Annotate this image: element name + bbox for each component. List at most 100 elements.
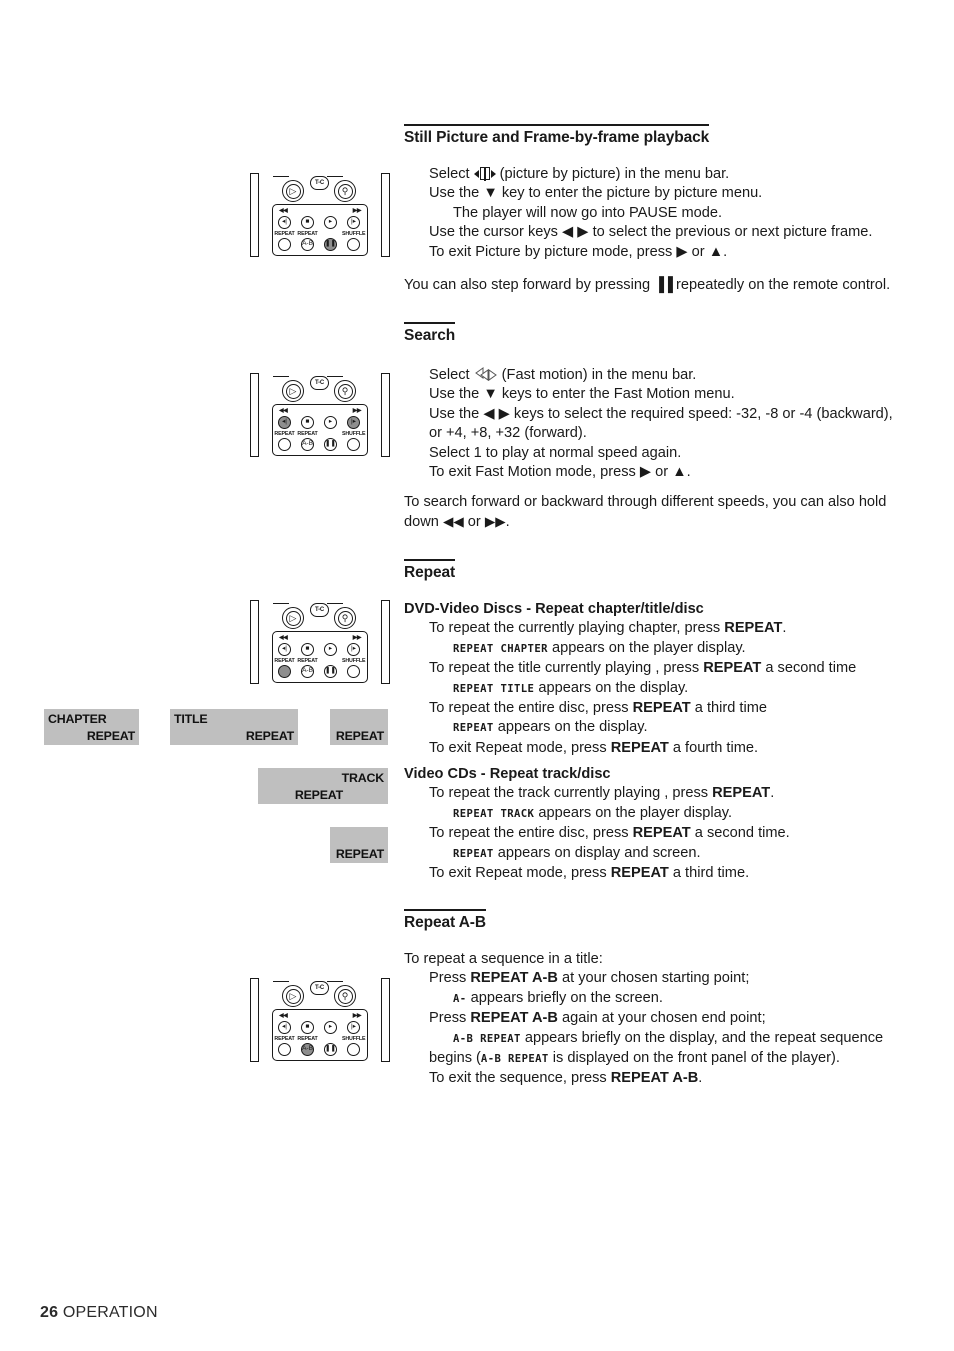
remote-left-rail [250, 173, 259, 257]
stop-button[interactable]: ■ [301, 216, 314, 229]
pause-icon: ▐▐ [654, 276, 673, 292]
title-repeat-display: TITLE REPEAT [170, 709, 298, 745]
repeat-vcd-line-3-post: a second time. [690, 825, 790, 842]
shuffle-button[interactable] [347, 438, 360, 451]
next-button[interactable]: |▸ [347, 1021, 360, 1034]
repeat-ab-line-4-post: again at your chosen end point; [557, 1010, 766, 1027]
page-section-label: OPERATION [62, 1304, 158, 1321]
play-button[interactable]: ▸ [324, 416, 337, 429]
repeat-vcd-subhead: Video CDs - Repeat track/disc [404, 766, 611, 782]
repeat-dvd-line-3: To repeat the title currently playing , … [404, 659, 904, 678]
repeat-key: REPEAT [724, 620, 783, 637]
remote-right-rail [381, 373, 390, 457]
disc-menu-icon[interactable]: ▷ [282, 180, 304, 202]
repeat-ab-line-6-pre: begins ( [429, 1050, 481, 1067]
remote-top-line-right [327, 376, 343, 377]
repeat-button[interactable] [278, 238, 291, 251]
stop-button[interactable]: ■ [301, 416, 314, 429]
repeat-ab-button[interactable]: A-B [301, 1043, 314, 1056]
remote-button-panel: ◀◀ ▶▶ ◂| ■ ▸ |▸ REPEAT REPEAT SHUFFLE A-… [272, 404, 368, 456]
repeat-ab-button[interactable]: A-B [301, 665, 314, 678]
repeat-ab-line-2-pre: Press [429, 970, 471, 987]
zoom-search-icon[interactable]: ⚲ [334, 985, 356, 1007]
page-footer: 26 OPERATION [40, 1304, 158, 1322]
repeat-button[interactable] [278, 1043, 291, 1056]
cue-forward-label: ▶▶ [352, 1013, 362, 1019]
repeat-vcd-line-2: REPEAT TRACK appears on the player displ… [404, 804, 904, 824]
repeat-dvd-line-6: REPEAT appears on the display. [404, 718, 904, 738]
repeat-display-bottom: REPEAT [335, 729, 384, 743]
still-picture-line-1-pre: Select [429, 166, 474, 182]
shuffle-button[interactable] [347, 238, 360, 251]
remote-top-line-left [273, 981, 289, 982]
shuffle-button[interactable] [347, 1043, 360, 1056]
remote-top-line-left [273, 603, 289, 604]
repeat-vcd-line-1-post: . [770, 785, 775, 802]
next-button[interactable]: |▸ [347, 643, 360, 656]
title-chapter-button[interactable]: T-C [310, 176, 329, 190]
track-repeat-display-top: TRACK [341, 771, 385, 785]
remote-control-still-picture: ▷ T-C ⚲ ◀◀ ▶▶ ◂| ■ ▸ |▸ REPEAT REPEAT SH… [246, 168, 394, 263]
repeat-button[interactable] [278, 665, 291, 678]
repeat-ab-line-5-post: appears briefly on the display, and the … [520, 1029, 884, 1046]
repeat-ab-line-1: To repeat a sequence in a title: [404, 951, 603, 967]
pause-button[interactable]: ❚❚ [324, 438, 337, 451]
stop-button[interactable]: ■ [301, 643, 314, 656]
cue-back-label: ◀◀ [279, 635, 288, 641]
repeat-button[interactable] [278, 438, 291, 451]
title-chapter-button[interactable]: T-C [310, 981, 329, 995]
play-button[interactable]: ▸ [324, 1021, 337, 1034]
still-picture-line-2: Use the ▼ key to enter the picture by pi… [429, 185, 763, 202]
remote-right-rail [381, 173, 390, 257]
display-text-repeat-title: REPEAT TITLE [453, 682, 535, 695]
repeat-ab-line-4-pre: Press [429, 1010, 471, 1027]
next-button[interactable]: |▸ [347, 216, 360, 229]
repeat-ab-button[interactable]: A-B [301, 438, 314, 451]
stop-button[interactable]: ■ [301, 1021, 314, 1034]
repeat-key: REPEAT [712, 785, 771, 802]
previous-button[interactable]: ◂| [278, 643, 291, 656]
shuffle-button[interactable] [347, 665, 360, 678]
section-heading-repeat: Repeat [404, 559, 455, 582]
repeat-dvd-line-3-post: a second time [761, 660, 857, 677]
repeat-dvd-line-1: To repeat the currently playing chapter,… [404, 619, 904, 638]
cue-back-label: ◀◀ [279, 1013, 288, 1019]
title-chapter-button[interactable]: T-C [310, 603, 329, 617]
remote-left-rail [250, 373, 259, 457]
repeat-vcd-line-3-pre: To repeat the entire disc, press [429, 825, 633, 842]
pause-button[interactable]: ❚❚ [324, 1043, 337, 1056]
chapter-repeat-display: CHAPTER REPEAT [44, 709, 139, 745]
previous-button[interactable]: ◂| [278, 216, 291, 229]
shuffle-button-label: SHUFFLE [342, 658, 366, 664]
disc-menu-icon[interactable]: ▷ [282, 380, 304, 402]
remote-control-search: ▷ T-C ⚲ ◀◀ ▶▶ ◂| ■ ▸ |▸ REPEAT REPEAT SH… [246, 368, 394, 463]
repeat-ab-line-7-post: . [698, 1070, 703, 1087]
pause-button[interactable]: ❚❚ [324, 238, 337, 251]
repeat-disc-display: REPEAT [330, 827, 388, 863]
repeat-key: REPEAT [610, 739, 669, 756]
zoom-search-icon[interactable]: ⚲ [334, 607, 356, 629]
section-repeat-ab: Repeat A-B [404, 909, 904, 932]
search-note-post: . [505, 514, 510, 531]
section-heading-search: Search [404, 322, 455, 345]
repeat-key: REPEAT [610, 865, 669, 882]
search-line-1: Select (Fast motion) in the menu bar. [404, 366, 904, 385]
play-button[interactable]: ▸ [324, 643, 337, 656]
pause-button[interactable]: ❚❚ [324, 665, 337, 678]
next-button[interactable]: |▸ [347, 416, 360, 429]
previous-button[interactable]: ◂| [278, 1021, 291, 1034]
previous-button[interactable]: ◂| [278, 416, 291, 429]
repeat-ab-button[interactable]: A-B [301, 238, 314, 251]
play-button[interactable]: ▸ [324, 216, 337, 229]
zoom-search-icon[interactable]: ⚲ [334, 180, 356, 202]
disc-menu-icon[interactable]: ▷ [282, 985, 304, 1007]
repeat-dvd-line-7-post: a fourth time. [668, 739, 759, 756]
repeat-ab-body: To repeat a sequence in a title: Press R… [404, 950, 904, 1089]
zoom-search-icon[interactable]: ⚲ [334, 380, 356, 402]
disc-menu-icon[interactable]: ▷ [282, 607, 304, 629]
repeat-button-label: REPEAT [274, 1036, 295, 1042]
repeat-dvd-line-5-post: a third time [690, 700, 767, 717]
repeat-vcd-line-4: REPEAT appears on display and screen. [404, 844, 904, 864]
repeat-button-label: REPEAT [274, 431, 295, 437]
title-chapter-button[interactable]: T-C [310, 376, 329, 390]
